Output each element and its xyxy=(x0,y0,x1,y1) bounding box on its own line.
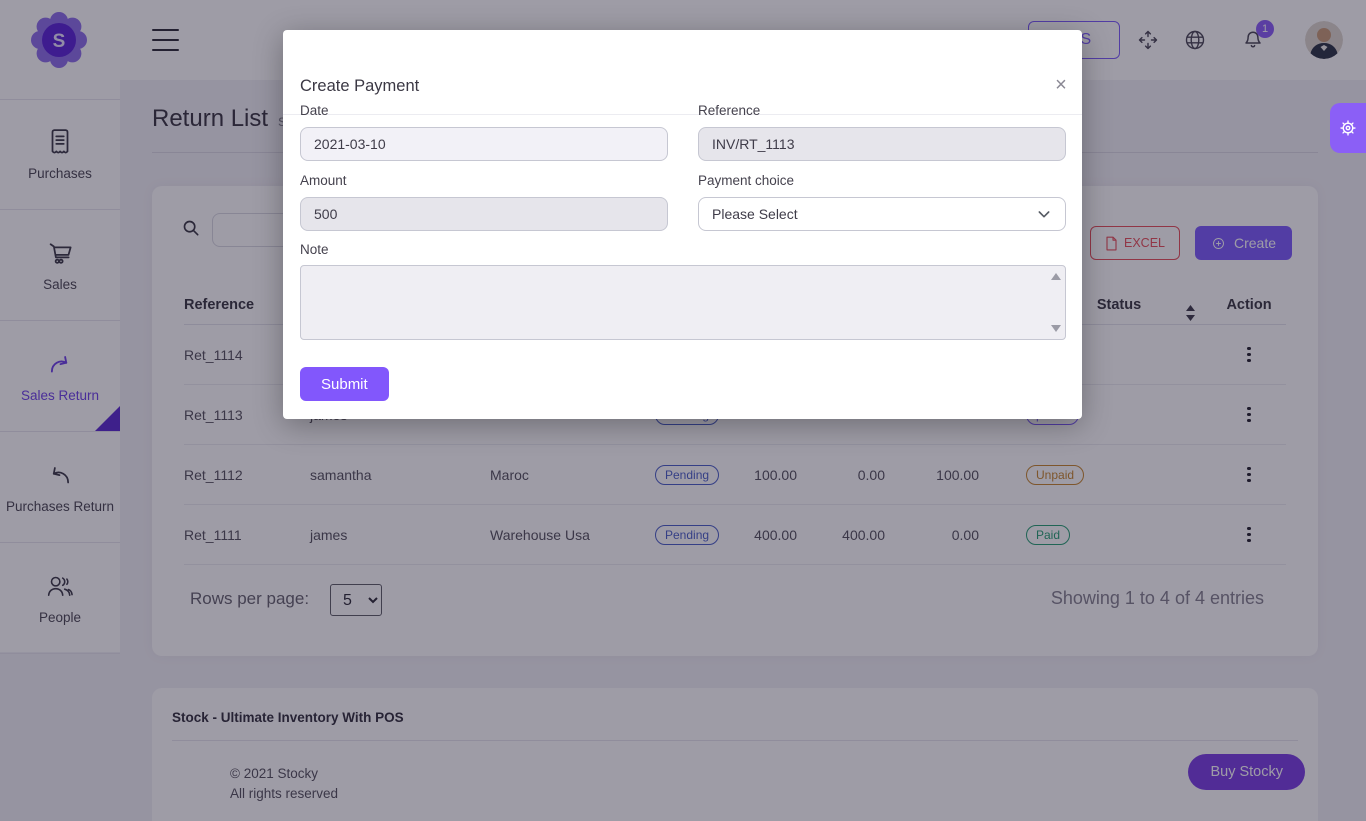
submit-button[interactable]: Submit xyxy=(300,367,389,401)
amount-field: 500 xyxy=(300,197,668,231)
modal-divider xyxy=(283,114,1082,115)
gear-icon xyxy=(1337,117,1359,139)
settings-gear-button[interactable] xyxy=(1330,103,1366,153)
scroll-down-arrow-icon xyxy=(1051,325,1061,332)
scroll-up-arrow-icon xyxy=(1051,273,1061,280)
close-icon[interactable]: × xyxy=(1049,73,1073,97)
reference-field: INV/RT_1113 xyxy=(698,127,1066,161)
chevron-down-icon xyxy=(1036,206,1052,222)
payment-choice-label: Payment choice xyxy=(698,173,794,188)
payment-choice-select[interactable]: Please Select xyxy=(698,197,1066,231)
modal-title: Create Payment xyxy=(300,77,419,96)
payment-choice-value: Please Select xyxy=(712,206,798,222)
date-field[interactable]: 2021-03-10 xyxy=(300,127,668,161)
note-textarea[interactable] xyxy=(300,265,1066,340)
note-label: Note xyxy=(300,242,329,257)
create-payment-modal: Create Payment × Date 2021-03-10 Referen… xyxy=(283,30,1082,419)
reference-label: Reference xyxy=(698,103,760,118)
amount-label: Amount xyxy=(300,173,347,188)
date-label: Date xyxy=(300,103,329,118)
